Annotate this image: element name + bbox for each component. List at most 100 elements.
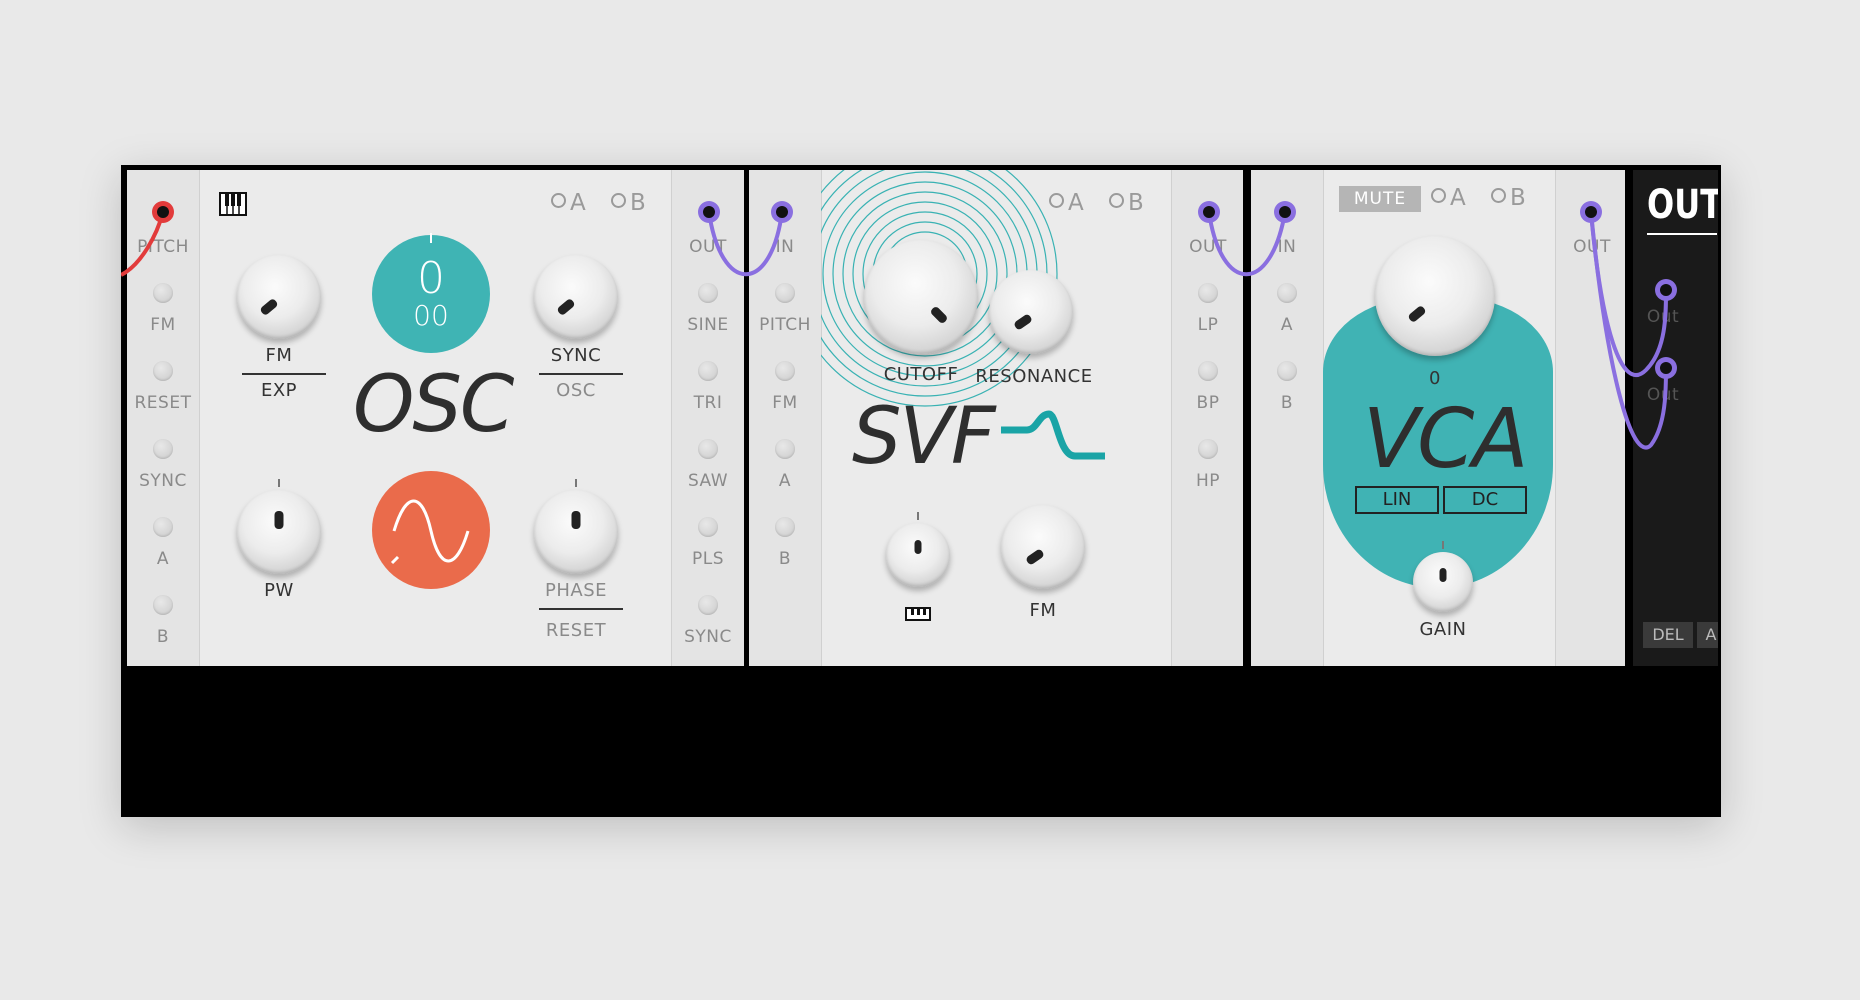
jack-a[interactable] <box>775 439 795 459</box>
option-a: A <box>1450 185 1467 211</box>
knob-indicator <box>556 297 576 317</box>
knob-indicator <box>1013 313 1033 331</box>
option-b: B <box>1128 190 1145 216</box>
fm-knob[interactable] <box>1001 505 1085 589</box>
dc-button[interactable]: DC <box>1443 486 1527 514</box>
radio-icon <box>1109 193 1125 208</box>
jack-label: FM <box>772 393 798 413</box>
jack-label: SYNC <box>684 627 732 647</box>
jack-a[interactable] <box>1277 283 1297 303</box>
jack-hp[interactable] <box>1198 439 1218 459</box>
jack-tri[interactable] <box>698 361 718 381</box>
module-title: SVF <box>852 392 996 482</box>
jack-reset[interactable] <box>153 361 173 381</box>
fm-knob[interactable] <box>237 255 321 339</box>
jack-label: FM <box>150 315 176 335</box>
out-module: OUT Out Out DEL A <box>1633 170 1718 666</box>
option-a: A <box>1068 190 1085 216</box>
jack-fm[interactable] <box>775 361 795 381</box>
jack-label: TRI <box>693 393 723 413</box>
knob-indicator <box>929 305 949 325</box>
jack-sync[interactable] <box>153 439 173 459</box>
jack-label: HP <box>1195 471 1221 491</box>
out-title: OUT <box>1647 182 1718 228</box>
ab-selector[interactable]: A B <box>1431 185 1527 211</box>
knob-indicator <box>259 297 279 317</box>
sync-knob-label: SYNC <box>550 345 602 366</box>
jack-label: PITCH <box>759 315 811 335</box>
knob-tick <box>575 479 577 487</box>
ab-selector[interactable]: A B <box>551 190 647 216</box>
option-b: B <box>1510 185 1527 211</box>
phase-reset-label: RESET <box>545 620 607 641</box>
resonance-knob[interactable] <box>989 270 1073 354</box>
jack-sine[interactable] <box>698 283 718 303</box>
vca-input-column: IN A B <box>1251 170 1324 666</box>
jack-label: Out <box>1646 385 1680 405</box>
keytrack-knob[interactable] <box>886 512 950 587</box>
divider <box>242 373 326 375</box>
jack-lp[interactable] <box>1198 283 1218 303</box>
knob-indicator <box>274 511 284 529</box>
jack-bp[interactable] <box>1198 361 1218 381</box>
jack-fm[interactable] <box>153 283 173 303</box>
pitch-display[interactable]: 0 00 <box>372 233 490 353</box>
knob-indicator <box>914 540 922 554</box>
out-title-underline <box>1647 233 1717 235</box>
pw-knob-label: PW <box>264 580 294 601</box>
gain-knob-label: GAIN <box>1419 619 1467 640</box>
fm-knob-label: FM <box>1029 600 1057 621</box>
resonance-knob-label: RESONANCE <box>975 366 1093 387</box>
sync-knob[interactable] <box>534 255 618 339</box>
pw-knob[interactable] <box>237 479 321 574</box>
waveform-display[interactable] <box>372 471 490 589</box>
jack-b[interactable] <box>1277 361 1297 381</box>
radio-icon <box>551 193 566 208</box>
svf-module: IN PITCH FM A B A B CUTOFF RESONANCE SVF… <box>749 170 1243 666</box>
fm-knob-label: FM <box>265 345 293 366</box>
phase-knob[interactable] <box>534 479 618 574</box>
jack-pitch[interactable] <box>775 283 795 303</box>
cutoff-knob[interactable] <box>864 240 978 354</box>
a-button[interactable]: A <box>1697 622 1718 648</box>
osc-output-column: OUT SINE TRI SAW PLS SYNC <box>671 170 744 666</box>
knob-tick <box>1442 541 1444 549</box>
level-knob[interactable] <box>1375 236 1495 356</box>
mute-button[interactable]: MUTE <box>1339 186 1421 212</box>
jack-label: B <box>1280 393 1294 413</box>
jack-sync-out[interactable] <box>698 595 718 615</box>
ab-selector[interactable]: A B <box>1049 190 1145 216</box>
jack-label: B <box>156 627 170 647</box>
module-title: OSC <box>353 360 514 450</box>
lin-button[interactable]: LIN <box>1355 486 1439 514</box>
sine-wave-icon <box>390 499 470 565</box>
option-b: B <box>630 190 647 216</box>
svf-input-column: IN PITCH FM A B <box>749 170 822 666</box>
knob-indicator <box>1025 548 1045 566</box>
gain-knob[interactable] <box>1413 541 1473 612</box>
jack-label: PLS <box>691 549 724 569</box>
radio-icon <box>611 193 627 208</box>
jack-b[interactable] <box>775 517 795 537</box>
jack-label: OUT <box>1573 237 1611 257</box>
display-value-top: 0 <box>417 253 445 304</box>
jack-saw[interactable] <box>698 439 718 459</box>
module-title: VCA <box>1363 392 1528 487</box>
jack-label: RESET <box>134 393 192 413</box>
radio-icon <box>1049 193 1064 208</box>
delete-button[interactable]: DEL <box>1643 622 1693 648</box>
jack-label: A <box>1280 315 1294 335</box>
jack-pls[interactable] <box>698 517 718 537</box>
knob-tick <box>278 479 280 487</box>
lowpass-curve-icon <box>1001 410 1105 460</box>
vca-module: IN A B MUTE A B 0 VCA LIN DC GAIN OUT <box>1251 170 1625 666</box>
fm-mode-label: EXP <box>260 380 298 401</box>
jack-label: PITCH <box>137 237 189 257</box>
display-value-bottom: 00 <box>413 299 449 332</box>
jack-b[interactable] <box>153 595 173 615</box>
jack-a[interactable] <box>153 517 173 537</box>
knob-indicator <box>571 511 581 529</box>
keyboard-icon[interactable] <box>219 192 247 216</box>
phase-knob-label: PHASE <box>544 580 607 601</box>
divider <box>539 608 623 610</box>
